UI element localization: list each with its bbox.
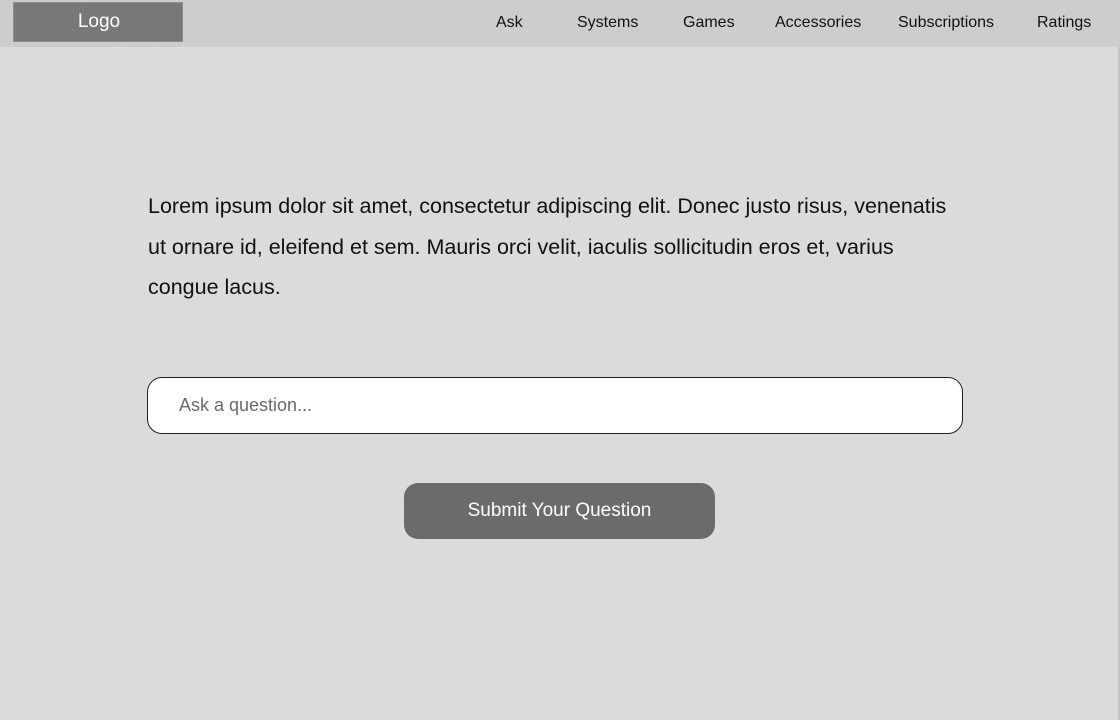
nav-item-accessories[interactable]: Accessories bbox=[775, 14, 861, 32]
question-input[interactable] bbox=[147, 377, 963, 434]
nav-item-subscriptions[interactable]: Subscriptions bbox=[898, 14, 994, 32]
page: Logo Ask Systems Games Accessories Subsc… bbox=[0, 0, 1120, 720]
logo-label: Logo bbox=[77, 11, 121, 32]
intro-text: Lorem ipsum dolor sit amet, consectetur … bbox=[148, 194, 947, 299]
top-navbar: Logo Ask Systems Games Accessories Subsc… bbox=[0, 0, 1120, 47]
submit-question-button[interactable]: Submit Your Question bbox=[404, 483, 715, 539]
nav-item-systems[interactable]: Systems bbox=[577, 14, 638, 32]
nav-item-ask[interactable]: Ask bbox=[496, 14, 523, 32]
logo[interactable]: Logo bbox=[13, 2, 183, 42]
nav-item-ratings[interactable]: Ratings bbox=[1037, 14, 1091, 32]
nav-item-games[interactable]: Games bbox=[683, 14, 735, 32]
